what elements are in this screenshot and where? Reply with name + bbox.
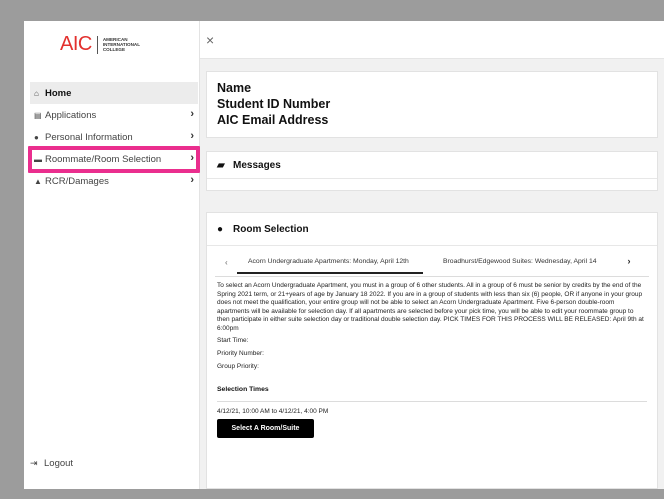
- sidebar-item-rcr-damages[interactable]: ▲ RCR/Damages ›: [30, 170, 198, 192]
- logo-text: American International College: [103, 37, 140, 52]
- logo-divider: [96, 35, 98, 54]
- check-circle-icon: ●: [217, 223, 224, 235]
- logout-link[interactable]: ⇥ Logout: [30, 458, 73, 469]
- logout-icon: ⇥: [30, 458, 38, 468]
- warning-icon: ▲: [34, 176, 42, 186]
- tab-broadhurst-suites[interactable]: Broadhurst/Edgewood Suites: Wednesday, A…: [443, 258, 597, 265]
- student-info-card: Name Student ID Number AIC Email Address: [206, 71, 658, 138]
- sidebar-item-home[interactable]: ⌂ Home: [30, 82, 198, 104]
- app-window: AIC American International College ⌂ Hom…: [24, 21, 664, 489]
- tab-acorn-apartments[interactable]: Acorn Undergraduate Apartments: Monday, …: [248, 258, 409, 265]
- student-id-label: Student ID Number: [217, 97, 331, 111]
- logo-mark: AIC: [60, 33, 92, 55]
- student-email-label: AIC Email Address: [217, 113, 329, 127]
- sidebar-item-applications[interactable]: ▤ Applications ›: [30, 104, 198, 126]
- sidebar-item-label: Applications: [45, 109, 97, 121]
- room-selection-header: ● Room Selection: [207, 213, 657, 245]
- selection-description: To select an Acorn Undergraduate Apartme…: [217, 282, 644, 332]
- selection-time-value: 4/12/21, 10:00 AM to 4/12/21, 4:00 PM: [217, 407, 329, 415]
- group-priority-label: Group Priority:: [217, 362, 259, 370]
- priority-number-label: Priority Number:: [217, 349, 264, 357]
- messages-title: Messages: [233, 159, 281, 171]
- tabs-next-icon[interactable]: ›: [621, 251, 637, 273]
- selection-meta: Start Time: Priority Number: Group Prior…: [207, 334, 657, 373]
- tabs-prev-icon[interactable]: ‹: [225, 258, 228, 267]
- main-content: Name Student ID Number AIC Email Address…: [200, 59, 664, 489]
- roommate-selection-highlight: [28, 146, 200, 173]
- home-icon: ⌂: [34, 88, 39, 98]
- sidebar-item-personal-information[interactable]: ● Personal Information ›: [30, 126, 198, 148]
- room-selection-divider: [207, 245, 657, 246]
- message-icon: ▰: [217, 159, 225, 171]
- clipboard-icon: ▤: [34, 110, 42, 120]
- student-name-label: Name: [217, 81, 252, 95]
- select-room-button[interactable]: Select A Room/Suite: [217, 418, 314, 438]
- aic-logo[interactable]: AIC American International College: [60, 33, 140, 56]
- sidebar-item-label: Personal Information: [45, 131, 133, 143]
- logout-label: Logout: [44, 458, 74, 469]
- messages-header[interactable]: ▰ Messages: [207, 152, 657, 178]
- messages-card: ▰ Messages: [206, 151, 658, 191]
- person-icon: ●: [34, 132, 39, 142]
- chevron-right-icon: ›: [190, 174, 194, 186]
- selection-times-heading: Selection Times: [217, 385, 269, 393]
- sidebar-item-label: Home: [45, 87, 72, 99]
- chevron-right-icon: ›: [190, 108, 194, 120]
- active-tab-underline: [237, 272, 423, 274]
- room-selection-card: ● Room Selection ‹ Acorn Undergraduate A…: [206, 212, 658, 489]
- start-time-label: Start Time:: [217, 336, 249, 344]
- selection-tabs: ‹ Acorn Undergraduate Apartments: Monday…: [207, 250, 657, 276]
- sidebar-nav: ⌂ Home ▤ Applications › ● Personal Infor…: [30, 82, 198, 192]
- sidebar-item-label: RCR/Damages: [45, 175, 109, 187]
- chevron-right-icon: ›: [190, 130, 194, 142]
- room-selection-title: Room Selection: [233, 223, 309, 235]
- logo-line-3: College: [102, 47, 126, 52]
- close-icon[interactable]: ×: [206, 32, 214, 48]
- sidebar: AIC American International College ⌂ Hom…: [24, 21, 200, 489]
- messages-divider: [207, 178, 657, 179]
